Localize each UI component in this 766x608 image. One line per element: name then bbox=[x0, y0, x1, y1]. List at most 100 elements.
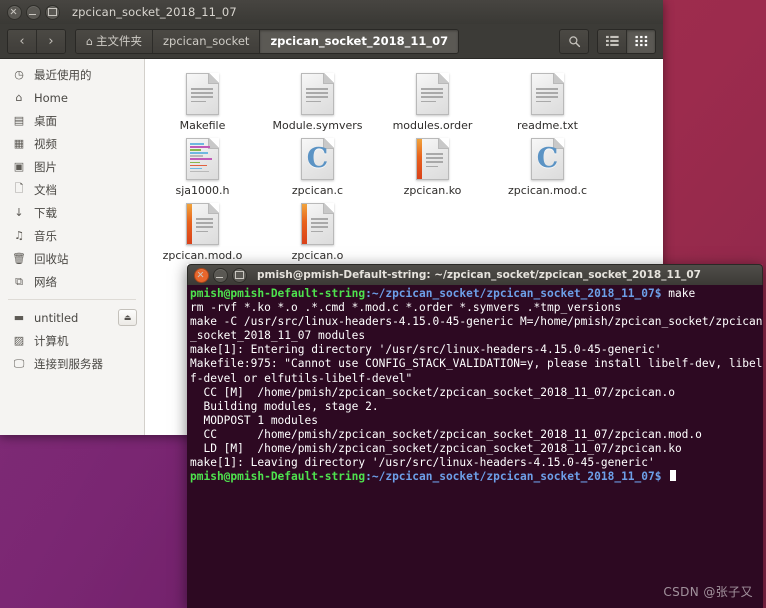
video-icon: ▦ bbox=[13, 137, 25, 150]
close-icon[interactable] bbox=[7, 4, 22, 20]
sidebar-item-label: 网络 bbox=[34, 274, 57, 289]
c-header-document-icon bbox=[186, 138, 219, 180]
sidebar-divider bbox=[8, 299, 136, 300]
sidebar-item-recent[interactable]: ◷ 最近使用的 bbox=[0, 63, 144, 86]
sidebar-item-pictures[interactable]: ▣ 图片 bbox=[0, 155, 144, 178]
sidebar-item-connect-to-server[interactable]: 🖵 连接到服务器 bbox=[0, 352, 144, 375]
breadcrumb-item-zpcican-socket[interactable]: zpcican_socket bbox=[151, 29, 260, 53]
network-icon: ⧉ bbox=[15, 274, 23, 288]
sidebar-item-documents[interactable]: 🗋 文档 bbox=[0, 178, 144, 201]
file-name: sja1000.h bbox=[175, 184, 230, 197]
maximize-icon[interactable] bbox=[45, 4, 60, 20]
binary-document-icon bbox=[416, 138, 449, 180]
server-connect-icon: 🖵 bbox=[13, 356, 25, 370]
back-button[interactable]: ‹ bbox=[8, 29, 36, 53]
breadcrumb-item-current[interactable]: zpcican_socket_2018_11_07 bbox=[259, 29, 459, 53]
sidebar-item-home[interactable]: ⌂ Home bbox=[0, 86, 144, 109]
desktop-folder-icon: ▤ bbox=[13, 114, 25, 127]
binary-document-icon bbox=[186, 203, 219, 245]
watermark: CSDN @张子又 bbox=[663, 585, 753, 599]
c-source-document-icon: C bbox=[301, 138, 334, 180]
terminal-line: Makefile:975: "Cannot use CONFIG_STACK_V… bbox=[190, 357, 763, 371]
sidebar-item-label: 文档 bbox=[34, 182, 57, 197]
file-row: Makefile Module.symvers modules.order re… bbox=[145, 67, 663, 132]
breadcrumb-item-home[interactable]: ⌂ 主文件夹 bbox=[76, 29, 152, 53]
sidebar-item-label: 视频 bbox=[34, 136, 57, 151]
toolbar-right-group[interactable] bbox=[559, 28, 656, 54]
file-item[interactable]: zpcican.ko bbox=[375, 132, 490, 197]
file-item[interactable]: Makefile bbox=[145, 67, 260, 132]
file-item[interactable]: readme.txt bbox=[490, 67, 605, 132]
file-item[interactable]: C zpcican.mod.c bbox=[490, 132, 605, 197]
terminal-prompt-user: pmish@pmish-Default-string bbox=[190, 470, 366, 484]
text-document-icon bbox=[301, 73, 334, 115]
terminal-line: f-devel or elfutils-libelf-devel" bbox=[190, 371, 413, 385]
terminal-line: MODPOST 1 modules bbox=[190, 413, 318, 427]
minimize-icon[interactable] bbox=[213, 267, 228, 283]
terminal-line: rm -rvf *.ko *.o .*.cmd *.mod.c *.order … bbox=[190, 301, 622, 315]
binary-document-icon bbox=[301, 203, 334, 245]
window-controls[interactable] bbox=[7, 4, 60, 20]
clock-icon: ◷ bbox=[14, 68, 24, 81]
terminal-command: make bbox=[661, 287, 696, 300]
list-view-icon[interactable] bbox=[598, 29, 626, 53]
terminal-line: pmish@pmish-Default-string:~/zpcican_soc… bbox=[190, 470, 763, 484]
sidebar-item-desktop[interactable]: ▤ 桌面 bbox=[0, 109, 144, 132]
sidebar-item-untitled-drive[interactable]: ▬ untitled ⏏ bbox=[0, 306, 144, 329]
text-document-icon bbox=[416, 73, 449, 115]
minimize-icon[interactable] bbox=[26, 4, 41, 20]
file-item[interactable]: zpcican.mod.o bbox=[145, 197, 260, 262]
document-icon: 🗋 bbox=[14, 182, 24, 195]
terminal-prompt-path: :~/zpcican_socket/zpcican_socket_2018_11… bbox=[365, 470, 662, 484]
terminal-output[interactable]: pmish@pmish-Default-string:~/zpcican_soc… bbox=[187, 285, 763, 608]
camera-icon: ▣ bbox=[13, 160, 25, 173]
terminal-window-controls[interactable] bbox=[194, 267, 247, 283]
file-item[interactable]: sja1000.h bbox=[145, 132, 260, 197]
maximize-icon[interactable] bbox=[232, 267, 247, 283]
navigation-buttons[interactable]: ‹ › bbox=[7, 28, 66, 54]
sidebar-item-network[interactable]: ⧉ 网络 bbox=[0, 270, 144, 293]
grid-view-icon[interactable] bbox=[626, 29, 655, 53]
terminal-cursor bbox=[670, 470, 677, 482]
terminal-window[interactable]: pmish@pmish-Default-string: ~/zpcican_so… bbox=[187, 264, 763, 608]
sidebar-item-label: 下载 bbox=[34, 205, 57, 220]
text-document-icon bbox=[531, 73, 564, 115]
file-manager-titlebar[interactable]: zpcican_socket_2018_11_07 bbox=[0, 0, 663, 24]
c-source-document-icon: C bbox=[531, 138, 564, 180]
sidebar-item-downloads[interactable]: ↓ 下载 bbox=[0, 201, 144, 224]
sidebar-item-label: Home bbox=[34, 90, 68, 105]
file-name: modules.order bbox=[392, 119, 473, 132]
sidebar-item-label: 最近使用的 bbox=[34, 67, 92, 82]
file-item[interactable]: Module.symvers bbox=[260, 67, 375, 132]
sidebar-item-music[interactable]: ♫ 音乐 bbox=[0, 224, 144, 247]
file-name: Makefile bbox=[179, 119, 226, 132]
terminal-line: CC [M] /home/pmish/zpcican_socket/zpcica… bbox=[190, 385, 675, 399]
terminal-line: _socket_2018_11_07 modules bbox=[190, 329, 366, 343]
terminal-command bbox=[662, 470, 669, 483]
file-item[interactable]: zpcican.o bbox=[260, 197, 375, 262]
drive-icon: ▬ bbox=[13, 311, 25, 324]
terminal-title: pmish@pmish-Default-string: ~/zpcican_so… bbox=[257, 269, 701, 281]
view-mode-group[interactable] bbox=[597, 28, 656, 54]
breadcrumb[interactable]: ⌂ 主文件夹 zpcican_socket zpcican_socket_201… bbox=[75, 28, 460, 54]
forward-button[interactable]: › bbox=[36, 29, 65, 53]
sidebar-item-videos[interactable]: ▦ 视频 bbox=[0, 132, 144, 155]
sidebar-item-label: 计算机 bbox=[34, 333, 69, 348]
sidebar-item-trash[interactable]: 🗑 回收站 bbox=[0, 247, 144, 270]
home-icon: ⌂ bbox=[86, 34, 93, 48]
eject-icon[interactable]: ⏏ bbox=[118, 309, 137, 326]
window-title: zpcican_socket_2018_11_07 bbox=[72, 5, 237, 19]
terminal-titlebar[interactable]: pmish@pmish-Default-string: ~/zpcican_so… bbox=[187, 264, 763, 285]
terminal-prompt-path: :~/zpcican_socket/zpcican_socket_2018_11… bbox=[365, 287, 662, 300]
sidebar-item-label: 图片 bbox=[34, 159, 57, 174]
download-icon: ↓ bbox=[14, 206, 24, 219]
terminal-line: CC /home/pmish/zpcican_socket/zpcican_so… bbox=[190, 427, 702, 441]
sidebar[interactable]: ◷ 最近使用的 ⌂ Home ▤ 桌面 ▦ 视频 ▣ 图片 🗋 文档 ↓ 下载 … bbox=[0, 59, 145, 435]
file-item[interactable]: modules.order bbox=[375, 67, 490, 132]
file-row: sja1000.h C zpcican.c zpcican.ko C zpcic… bbox=[145, 132, 663, 197]
sidebar-item-computer[interactable]: ▨ 计算机 bbox=[0, 329, 144, 352]
search-icon[interactable] bbox=[559, 28, 589, 54]
file-manager-toolbar[interactable]: ‹ › ⌂ 主文件夹 zpcican_socket zpcican_socket… bbox=[0, 24, 663, 59]
close-icon[interactable] bbox=[194, 267, 209, 283]
file-item[interactable]: C zpcican.c bbox=[260, 132, 375, 197]
